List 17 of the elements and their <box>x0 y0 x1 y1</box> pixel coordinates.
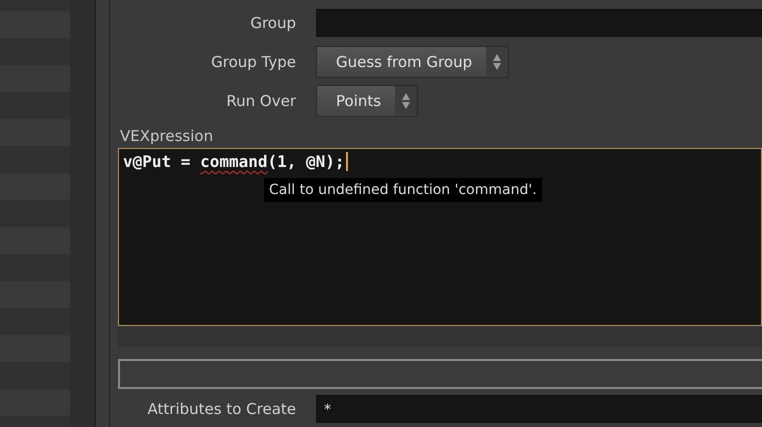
parameter-label: Attributes to Create <box>146 400 297 418</box>
text-field[interactable]: * <box>316 395 762 423</box>
editor-label: VEXpression <box>119 126 214 147</box>
parameter-label: Group <box>249 14 297 32</box>
up-down-arrows-icon <box>401 92 412 110</box>
dropdown-menu[interactable]: Points <box>316 85 418 117</box>
text-field[interactable] <box>316 9 762 37</box>
parameter-label: Group Type <box>210 53 297 71</box>
splitter-bar[interactable] <box>95 0 110 427</box>
empty-field[interactable] <box>118 359 762 389</box>
error-tooltip: Call to undefined function 'command'. <box>264 178 542 202</box>
code-editor[interactable]: v@Put = command(1, @N); Call to undefined function 'command'. <box>118 148 762 326</box>
resize-bar[interactable] <box>118 326 762 347</box>
up-down-arrows-icon <box>492 53 502 71</box>
dropdown-menu[interactable]: Guess from Group <box>316 46 510 78</box>
parameter-label: Run Over <box>225 92 297 110</box>
code-line: v@Put = command(1, @N); <box>123 152 348 171</box>
